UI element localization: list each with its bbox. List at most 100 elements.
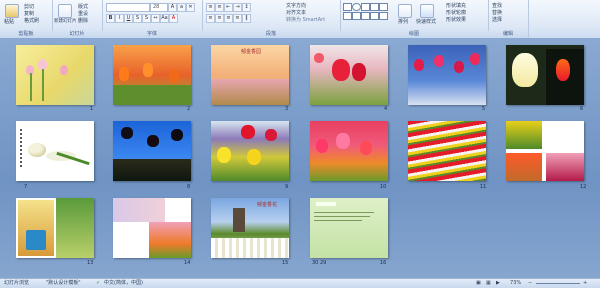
- arrange-button[interactable]: 排列: [398, 19, 408, 25]
- italic-icon[interactable]: I: [115, 14, 124, 23]
- shape-heart-icon[interactable]: [370, 12, 379, 20]
- shrink-font-icon[interactable]: a: [177, 3, 186, 12]
- bullets-icon[interactable]: ≡: [206, 3, 215, 12]
- slide-thumbnail-2[interactable]: [113, 45, 191, 105]
- slide-number: 7: [24, 184, 28, 190]
- shape-outline-button[interactable]: 形状轮廓: [446, 10, 466, 16]
- slide-thumbnail-14[interactable]: [113, 198, 191, 258]
- clear-format-icon[interactable]: ✕: [186, 3, 195, 12]
- shape-brace-icon[interactable]: [361, 12, 370, 20]
- slide-thumbnail-7[interactable]: [16, 121, 94, 181]
- clipboard-group-label: 剪贴板: [0, 31, 52, 38]
- select-button[interactable]: 选择: [492, 17, 502, 23]
- slide-number: 9: [285, 184, 289, 190]
- slide-thumbnail-6[interactable]: [506, 45, 584, 105]
- delete-button[interactable]: 删除: [78, 18, 88, 24]
- text-direction-button[interactable]: 文字方向: [286, 3, 306, 9]
- slide-thumbnail-16[interactable]: [310, 198, 388, 258]
- decrease-indent-icon[interactable]: ⇤: [224, 3, 233, 12]
- align-left-icon[interactable]: ≡: [206, 14, 215, 23]
- font-group-label: 字体: [102, 31, 202, 38]
- paragraph-group: ≡ ≡ ⇤ ⇥ ↕ ≡ ≡ ≡ ≡ ‖ 文字方向 对齐文本 转换为 SmartA…: [202, 0, 341, 38]
- slide-thumbnail-5[interactable]: [408, 45, 486, 105]
- editing-group: 查找 替换 选择 编辑: [488, 0, 529, 38]
- increase-indent-icon[interactable]: ⇥: [233, 3, 242, 12]
- slide-number: 13: [87, 260, 94, 266]
- replace-button[interactable]: 替换: [492, 10, 502, 16]
- shape-callout-icon[interactable]: [352, 12, 361, 20]
- shape-triangle-icon[interactable]: [379, 3, 388, 11]
- reset-button[interactable]: 重设: [78, 11, 88, 17]
- slide-16-label: 30 29: [312, 260, 327, 266]
- shape-oval-icon[interactable]: [352, 3, 361, 11]
- slides-group-label: 幻灯片: [52, 31, 102, 38]
- slide-thumbnail-11[interactable]: [408, 121, 486, 181]
- font-name-select[interactable]: [106, 3, 150, 12]
- strikethrough-icon[interactable]: S: [133, 14, 142, 23]
- new-slide-icon[interactable]: [58, 4, 72, 18]
- shape-line-icon[interactable]: [361, 3, 370, 11]
- columns-icon[interactable]: ‖: [242, 14, 251, 23]
- shape-rectangle-icon[interactable]: [343, 3, 352, 11]
- slide-thumbnail-9[interactable]: [211, 121, 289, 181]
- layout-button[interactable]: 版式: [78, 4, 88, 10]
- zoom-slider[interactable]: [536, 283, 580, 284]
- spacing-icon[interactable]: ↔: [151, 14, 160, 23]
- editing-group-label: 编辑: [488, 31, 528, 38]
- line-spacing-icon[interactable]: ↕: [242, 3, 251, 12]
- align-right-icon[interactable]: ≡: [224, 14, 233, 23]
- slide-number: 11: [480, 184, 487, 190]
- smartart-button[interactable]: 转换为 SmartArt: [286, 17, 325, 23]
- paste-icon[interactable]: [5, 4, 19, 18]
- slide-number: 6: [580, 106, 584, 112]
- font-size-select[interactable]: 28: [150, 3, 168, 12]
- format-painter-button[interactable]: 格式刷: [24, 18, 39, 24]
- cut-button[interactable]: 剪切: [24, 4, 34, 10]
- justify-icon[interactable]: ≡: [233, 14, 242, 23]
- numbering-icon[interactable]: ≡: [215, 3, 224, 12]
- paragraph-group-label: 段落: [202, 31, 340, 38]
- drawing-group-label: 绘图: [340, 31, 488, 38]
- slide-number: 15: [282, 260, 289, 266]
- slide-number: 10: [380, 184, 387, 190]
- slide-thumbnail-12[interactable]: [506, 121, 584, 181]
- shape-effects-button[interactable]: 形状效果: [446, 17, 466, 23]
- slide-number: 3: [285, 106, 289, 112]
- shadow-icon[interactable]: S: [142, 14, 151, 23]
- bold-icon[interactable]: B: [106, 14, 115, 23]
- quick-styles-icon[interactable]: [420, 4, 434, 18]
- shape-arrow-icon[interactable]: [370, 3, 379, 11]
- font-group: 28 A a ✕ B I U S S ↔ Aa A 字体: [102, 0, 203, 38]
- copy-button[interactable]: 复制: [24, 11, 34, 17]
- shape-star-icon[interactable]: [343, 12, 352, 20]
- grow-font-icon[interactable]: A: [168, 3, 177, 12]
- slide-number: 14: [184, 260, 191, 266]
- align-text-button[interactable]: 对齐文本: [286, 10, 306, 16]
- slide-thumbnail-1[interactable]: [16, 45, 94, 105]
- slide-number: 1: [90, 106, 94, 112]
- clipboard-group: 粘贴 剪切 复制 格式刷 剪贴板: [0, 0, 53, 38]
- slide-number: 12: [580, 184, 587, 190]
- slide-number: 5: [482, 106, 486, 112]
- slide-thumbnail-4[interactable]: [310, 45, 388, 105]
- slide-thumbnail-3[interactable]: 郁金香园: [211, 45, 289, 105]
- paste-button[interactable]: 粘贴: [4, 19, 14, 25]
- slide-thumbnail-15[interactable]: 郁金香花: [211, 198, 289, 258]
- shape-more-icon[interactable]: [379, 12, 388, 20]
- quick-styles-button[interactable]: 快速样式: [416, 19, 436, 25]
- slide-number: 4: [384, 106, 388, 112]
- shape-fill-button[interactable]: 形状填充: [446, 3, 466, 9]
- slide-thumbnail-13[interactable]: [16, 198, 94, 258]
- slide-number: 16: [380, 260, 387, 266]
- change-case-icon[interactable]: Aa: [160, 14, 169, 23]
- slide-thumbnail-8[interactable]: [113, 121, 191, 181]
- align-center-icon[interactable]: ≡: [215, 14, 224, 23]
- arrange-icon[interactable]: [398, 4, 412, 18]
- slide-thumbnail-10[interactable]: [310, 121, 388, 181]
- new-slide-button[interactable]: 新建幻灯片: [54, 19, 77, 25]
- slide-3-title: 郁金香园: [241, 49, 262, 55]
- find-button[interactable]: 查找: [492, 3, 502, 9]
- font-color-icon[interactable]: A: [169, 14, 178, 23]
- slide-number: 8: [187, 184, 191, 190]
- underline-icon[interactable]: U: [124, 14, 133, 23]
